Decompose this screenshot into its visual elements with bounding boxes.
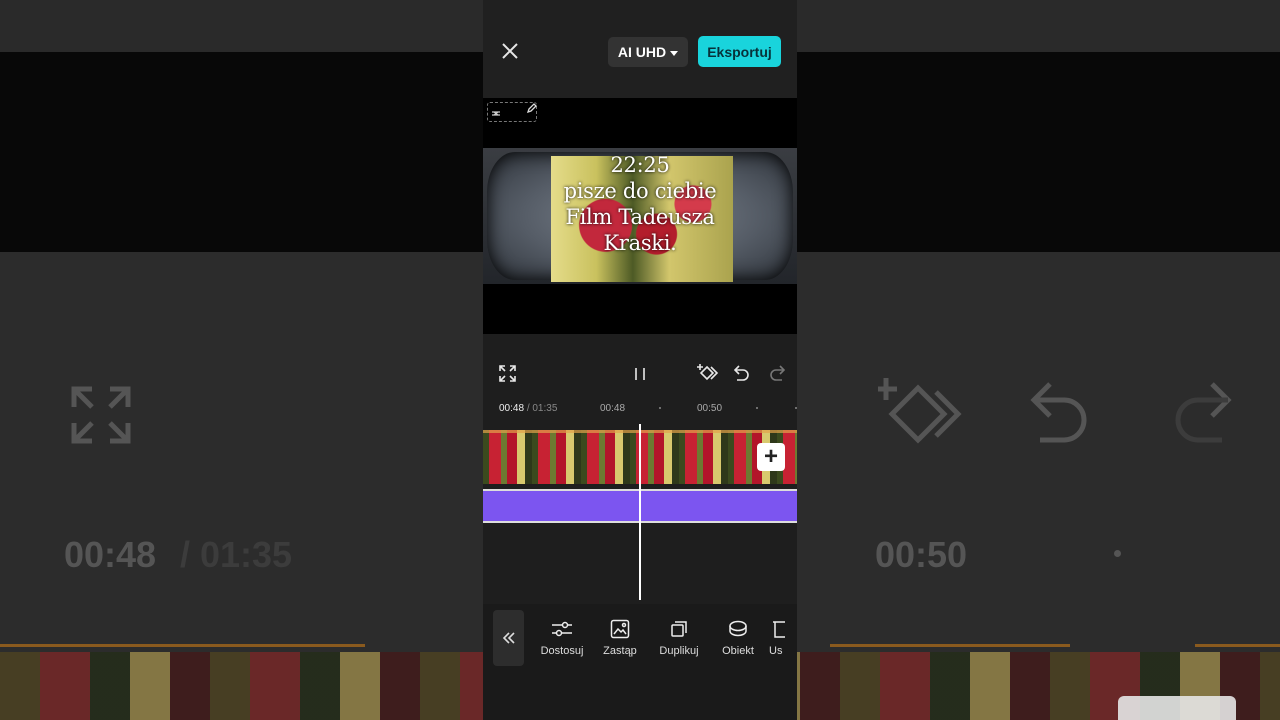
bg-undo-icon [1030,380,1090,449]
time-readout: 00:48 / 01:35 [499,403,557,414]
playback-controls [483,334,797,394]
double-chevron-left-icon [502,632,515,644]
redo-icon [770,365,786,381]
redo-button[interactable] [769,365,786,388]
quality-selector[interactable]: AI UHD [608,37,688,67]
playhead[interactable] [639,424,641,600]
pause-button[interactable] [632,366,648,387]
ruler-tick-label: 00:48 [600,403,626,414]
ruler-tick-dot [659,407,661,409]
add-clip-button[interactable]: + [757,443,785,471]
bg-track-line-left [0,644,365,647]
close-button[interactable] [499,40,521,62]
duplicate-icon [671,621,687,637]
replace-image-icon [610,619,630,639]
ruler-tick-dot [795,407,797,409]
top-bar: AI UHD Eksportuj [483,0,797,98]
timeline-ruler: 00:48 / 01:35 00:48 00:50 [483,398,797,418]
collapse-toolbar-button[interactable] [493,610,524,666]
tool-adjust[interactable]: Dostosuj [534,618,590,657]
text-style-icon [491,106,501,116]
quality-label: AI UHD [617,44,667,60]
undo-button[interactable] [733,365,750,388]
tool-label: Us [769,645,783,657]
close-icon [502,43,518,59]
video-frame: 22:25 pisze do ciebie Film Tadeusza Kras… [483,148,797,284]
fullscreen-icon [499,365,516,382]
tool-replace[interactable]: Zastąp [592,618,648,657]
bg-redo-icon [1172,380,1232,449]
edit-pencil-icon[interactable] [526,100,537,114]
delete-icon [773,621,785,638]
tool-duplicate[interactable]: Duplikuj [651,618,707,657]
fullscreen-button[interactable] [499,365,516,387]
tool-label: Duplikuj [659,645,699,657]
bg-track-line-right [1195,644,1280,647]
bg-keyframe-icon [875,376,964,453]
object-icon [729,620,747,637]
bottom-toolbar: Dostosuj Zastąp Duplikuj Obiekt Us [483,604,797,720]
video-preview[interactable]: 22:25 pisze do ciebie Film Tadeusza Kras… [483,98,797,334]
bg-track-line-mid [830,644,1070,647]
video-text-overlay[interactable]: 22:25 pisze do ciebie Film Tadeusza Kras… [533,152,747,256]
bg-total-time: / 01:35 [180,534,293,575]
tool-label: Obiekt [722,645,754,657]
bg-tick-dot [1114,550,1121,557]
pause-icon [635,368,645,380]
bg-current-time: 00:48 [64,534,157,575]
video-editor: AI UHD Eksportuj 22:25 pisze do ciebie F… [483,0,797,720]
bg-tick-label: 00:50 [875,534,968,575]
tool-label: Zastąp [603,645,637,657]
keyframe-button[interactable] [697,363,719,388]
tool-object[interactable]: Obiekt [710,618,766,657]
ruler-tick-label: 00:50 [697,403,723,414]
current-time: 00:48 [499,403,525,414]
chevron-down-icon [670,50,679,56]
export-button[interactable]: Eksportuj [698,36,781,67]
undo-icon [733,365,749,381]
tool-label: Dostosuj [540,645,584,657]
sliders-icon [552,621,572,637]
bg-fullscreen-icon [70,385,132,450]
total-time: / 01:35 [526,403,558,414]
ruler-tick-dot [756,407,758,409]
tool-delete[interactable]: Us [769,618,797,657]
bg-add-button [1118,696,1236,720]
keyframe-icon [697,364,719,381]
